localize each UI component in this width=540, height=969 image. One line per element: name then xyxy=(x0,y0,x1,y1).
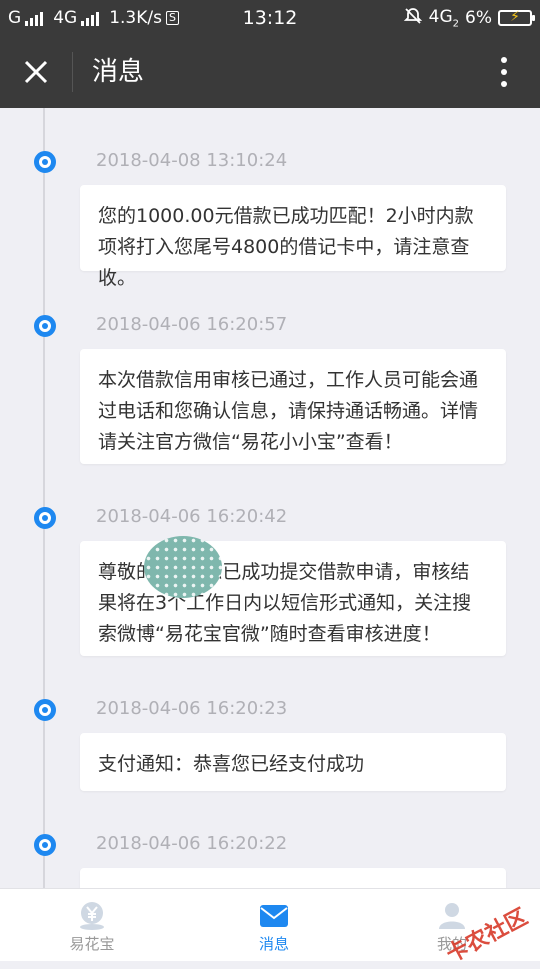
tab-messages[interactable]: 消息 xyxy=(214,889,334,961)
timeline-dot xyxy=(34,315,56,337)
tab-yihuabao[interactable]: 易花宝 xyxy=(32,889,152,961)
redaction-sticker xyxy=(144,536,222,598)
battery-icon: ⚡ xyxy=(498,9,535,26)
status-right: 4G2 6% ⚡ xyxy=(403,0,535,36)
yen-coin-icon xyxy=(80,902,104,930)
timeline-dot xyxy=(34,834,56,856)
close-button[interactable] xyxy=(18,54,54,90)
appbar-divider xyxy=(72,52,73,92)
battery-percent: 6% xyxy=(465,8,492,28)
timeline-dot xyxy=(34,699,56,721)
close-icon xyxy=(24,60,48,84)
timeline-line xyxy=(43,108,45,888)
more-vertical-icon xyxy=(501,57,507,87)
user-icon xyxy=(439,903,465,929)
message-timestamp: 2018-04-08 13:10:24 xyxy=(96,150,288,171)
tab-label: 易花宝 xyxy=(69,935,115,953)
timeline-dot xyxy=(34,507,56,529)
mute-icon xyxy=(403,6,423,31)
message-card[interactable]: 尊敬的 您已成功提交借款申请，审核结果将在3个工作日内以短信形式通知，关注搜索微… xyxy=(80,541,506,656)
timeline-dot xyxy=(34,151,56,173)
envelope-icon xyxy=(260,905,288,927)
app-bar: 消息 xyxy=(0,36,540,108)
network-type: 4G2 xyxy=(428,6,460,30)
message-timestamp: 2018-04-06 16:20:23 xyxy=(96,698,288,719)
status-bar: G 4G 1.3K/s S 13:12 4G2 6% ⚡ xyxy=(0,0,540,36)
message-timestamp: 2018-04-06 16:20:42 xyxy=(96,506,288,527)
page-title: 消息 xyxy=(92,57,145,87)
more-menu-button[interactable] xyxy=(498,54,510,90)
message-card[interactable]: 支付通知：恭喜您已经支付成功 xyxy=(80,733,506,791)
message-timestamp: 2018-04-06 16:20:22 xyxy=(96,833,288,854)
message-card[interactable]: 本次借款信用审核已通过，工作人员可能会通过电话和您确认信息，请保持通话畅通。详情… xyxy=(80,349,506,464)
message-timestamp: 2018-04-06 16:20:57 xyxy=(96,314,288,335)
message-card[interactable]: 您的1000.00元借款已成功匹配！2小时内款项将打入您尾号4800的借记卡中，… xyxy=(80,185,506,289)
tab-label: 消息 xyxy=(258,935,289,953)
